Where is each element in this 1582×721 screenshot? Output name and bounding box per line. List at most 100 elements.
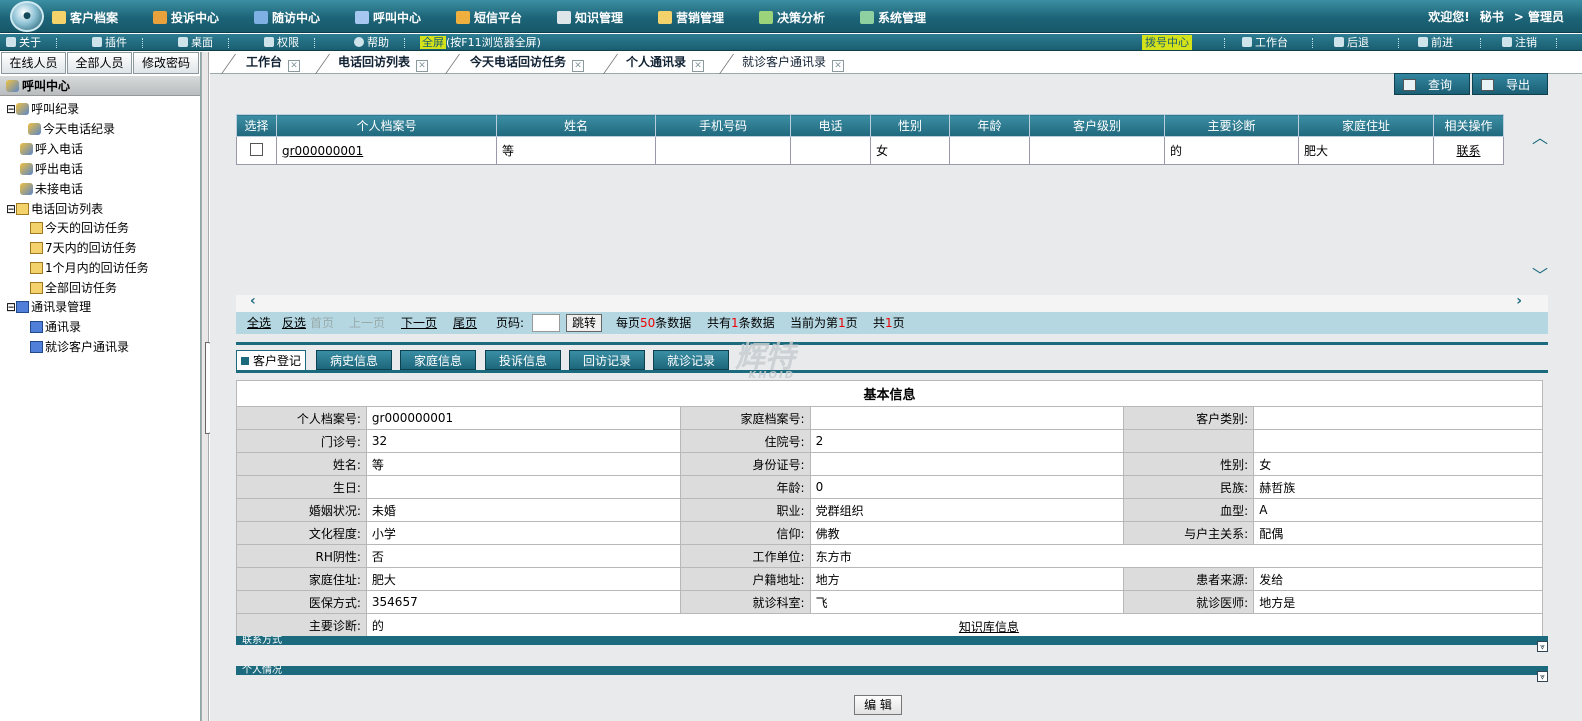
tab-patient-contacts[interactable]: 就诊客户通讯录 ✕	[742, 52, 845, 73]
expand-icon[interactable]: ⩔	[1537, 641, 1548, 652]
folder-icon	[52, 10, 66, 24]
tab-family-info[interactable]: 家庭信息	[400, 350, 476, 370]
left-panel: 在线人员 全部人员 修改密码 呼叫中心 ⊟ 呼叫纪录 今天电话纪录 呼入电话 呼出…	[0, 52, 201, 721]
nav-item-customer-archive[interactable]: 客户档案	[52, 8, 118, 26]
pager-bar: 全选 反选 首页 上一页 下一页 尾页 页码: 跳转 每页50条数据 共有1条数…	[236, 312, 1548, 334]
workbench-button[interactable]: 工作台	[1242, 35, 1288, 50]
scroll-up-icon[interactable]: ︿	[1532, 124, 1548, 148]
tab-customer-registration[interactable]: 客户登记	[236, 350, 306, 370]
page-input[interactable]	[532, 314, 560, 332]
tab-follow-up-list[interactable]: 电话回访列表 ✕	[338, 52, 429, 73]
tree-item-patient-contacts[interactable]: 就诊客户通讯录	[30, 339, 129, 355]
close-icon[interactable]: ✕	[692, 60, 705, 72]
divider	[314, 38, 315, 48]
tab-today-follow-up[interactable]: 今天电话回访任务 ✕	[470, 52, 585, 73]
expand-icon[interactable]: ⩔	[1537, 671, 1548, 682]
tree-item-today-tasks[interactable]: 今天的回访任务	[30, 220, 129, 236]
record-no-link[interactable]: gr000000001	[282, 144, 363, 158]
invert-selection-link[interactable]: 反选	[282, 312, 306, 334]
first-page-link[interactable]: 首页	[310, 312, 334, 334]
field-label: 患者来源:	[1123, 567, 1255, 591]
logout-button[interactable]: 注销	[1502, 35, 1537, 50]
back-button[interactable]: 后退	[1334, 35, 1369, 50]
dial-center-button[interactable]: 拨号中心	[1142, 35, 1192, 50]
help-button[interactable]: 帮助	[354, 35, 389, 50]
export-button[interactable]: 导出	[1472, 73, 1548, 95]
row-checkbox[interactable]	[250, 142, 263, 156]
edit-button[interactable]: 编 辑	[854, 695, 902, 715]
about-button[interactable]: 关于	[6, 35, 41, 50]
tab-visit-records[interactable]: 就诊记录	[653, 350, 729, 370]
close-icon[interactable]: ✕	[288, 60, 301, 72]
permission-button[interactable]: 权限	[264, 35, 299, 50]
field-value: 党群组织	[809, 498, 1125, 522]
knowledge-base-link[interactable]: 知识库信息	[959, 618, 1019, 635]
field-value: 地方是	[1253, 590, 1543, 614]
tree-node-contacts[interactable]: ⊟ 通讯录管理	[6, 299, 91, 315]
main-content: 工作台 ✕ 电话回访列表 ✕ 今天电话回访任务 ✕ 个人通讯录 ✕ 就诊客户通讯录 ✕ 查…	[210, 52, 1582, 721]
field-label: 职业:	[679, 498, 811, 522]
nav-item-call-center[interactable]: 呼叫中心	[355, 8, 421, 26]
prev-page-link[interactable]: 上一页	[349, 312, 385, 334]
forward-button[interactable]: 前进	[1418, 35, 1453, 50]
scroll-right-icon[interactable]: ›	[1516, 293, 1522, 309]
field-label: 文化程度:	[236, 521, 367, 545]
tab-workbench[interactable]: 工作台 ✕	[246, 52, 301, 73]
tab-medical-history[interactable]: 病史信息	[316, 350, 392, 370]
contact-link[interactable]: 联系	[1456, 144, 1480, 158]
watermark-logo: 辉特 KHOID	[735, 340, 795, 381]
horizontal-scrollbar[interactable]: ‹ ›	[236, 293, 1548, 312]
nav-item-decision[interactable]: 决策分析	[759, 8, 825, 26]
book-icon	[16, 203, 30, 215]
field-label: 主要诊断:	[236, 613, 367, 637]
plugin-button[interactable]: 插件	[92, 35, 127, 50]
tree-item-outgoing-calls[interactable]: 呼出电话	[20, 161, 83, 177]
tree-node-call-records[interactable]: ⊟ 呼叫纪录	[6, 101, 79, 117]
tree-item-1month-tasks[interactable]: 1个月内的回访任务	[30, 260, 149, 276]
table-header-row: 选择 个人档案号 姓名 手机号码 电话 性别 年龄 客户级别 主要诊断 家庭住址…	[236, 114, 1504, 137]
scroll-left-icon[interactable]: ‹	[250, 293, 256, 309]
tree-item-incoming-calls[interactable]: 呼入电话	[20, 141, 83, 157]
page-label: 页码:	[496, 316, 525, 330]
section-title: 基本信息	[236, 380, 1543, 407]
tab-online-staff[interactable]: 在线人员	[1, 52, 66, 74]
fullscreen-button[interactable]: 全屏 (按F11浏览器全屏)	[420, 35, 541, 50]
tree-item-contacts[interactable]: 通讯录	[30, 319, 81, 335]
tree-node-follow-up-list[interactable]: ⊟ 电话回访列表	[6, 201, 103, 217]
nav-item-follow-up[interactable]: 随访中心	[254, 8, 320, 26]
next-page-link[interactable]: 下一页	[401, 312, 437, 334]
nav-item-system[interactable]: 系统管理	[860, 8, 926, 26]
field-label: 性别:	[1123, 452, 1255, 476]
nav-item-marketing[interactable]: 营销管理	[658, 8, 724, 26]
tree-item-today-calls[interactable]: 今天电话纪录	[28, 121, 115, 137]
tree-item-missed-calls[interactable]: 未接电话	[20, 181, 83, 197]
tab-all-staff[interactable]: 全部人员	[67, 52, 132, 74]
contacts-table: 选择 个人档案号 姓名 手机号码 电话 性别 年龄 客户级别 主要诊断 家庭住址…	[236, 114, 1504, 165]
book-icon	[30, 242, 43, 254]
column-header: 手机号码	[655, 114, 791, 137]
jump-button[interactable]: 跳转	[566, 314, 602, 332]
field-label: 民族:	[1123, 475, 1255, 499]
nav-item-sms[interactable]: 短信平台	[456, 8, 522, 26]
close-icon[interactable]: ✕	[416, 60, 429, 72]
desktop-button[interactable]: 桌面	[178, 35, 213, 50]
close-icon[interactable]: ✕	[572, 60, 585, 72]
personal-info-section[interactable]: 个人情况	[236, 666, 1548, 675]
tab-personal-contacts[interactable]: 个人通讯录 ✕	[626, 52, 705, 73]
close-icon[interactable]: ✕	[832, 60, 845, 72]
tree-item-all-tasks[interactable]: 全部回访任务	[30, 280, 117, 296]
tab-complaint-info[interactable]: 投诉信息	[485, 350, 561, 370]
field-label: 就诊科室:	[679, 590, 811, 614]
nav-item-knowledge[interactable]: 知识管理	[557, 8, 623, 26]
contact-info-section[interactable]: 联系方式	[236, 636, 1548, 645]
info-row: 门诊号: 32 住院号: 2	[236, 429, 1543, 453]
tab-change-password[interactable]: 修改密码	[133, 52, 199, 74]
tree-item-7day-tasks[interactable]: 7天内的回访任务	[30, 240, 137, 256]
last-page-link[interactable]: 尾页	[453, 312, 477, 334]
field-value: 东方市	[809, 544, 1544, 568]
query-button[interactable]: 查询	[1394, 73, 1470, 95]
scroll-down-icon[interactable]: ﹀	[1532, 262, 1548, 286]
select-all-link[interactable]: 全选	[247, 312, 271, 334]
tab-follow-up-records[interactable]: 回访记录	[569, 350, 645, 370]
nav-item-complaints[interactable]: 投诉中心	[153, 8, 219, 26]
